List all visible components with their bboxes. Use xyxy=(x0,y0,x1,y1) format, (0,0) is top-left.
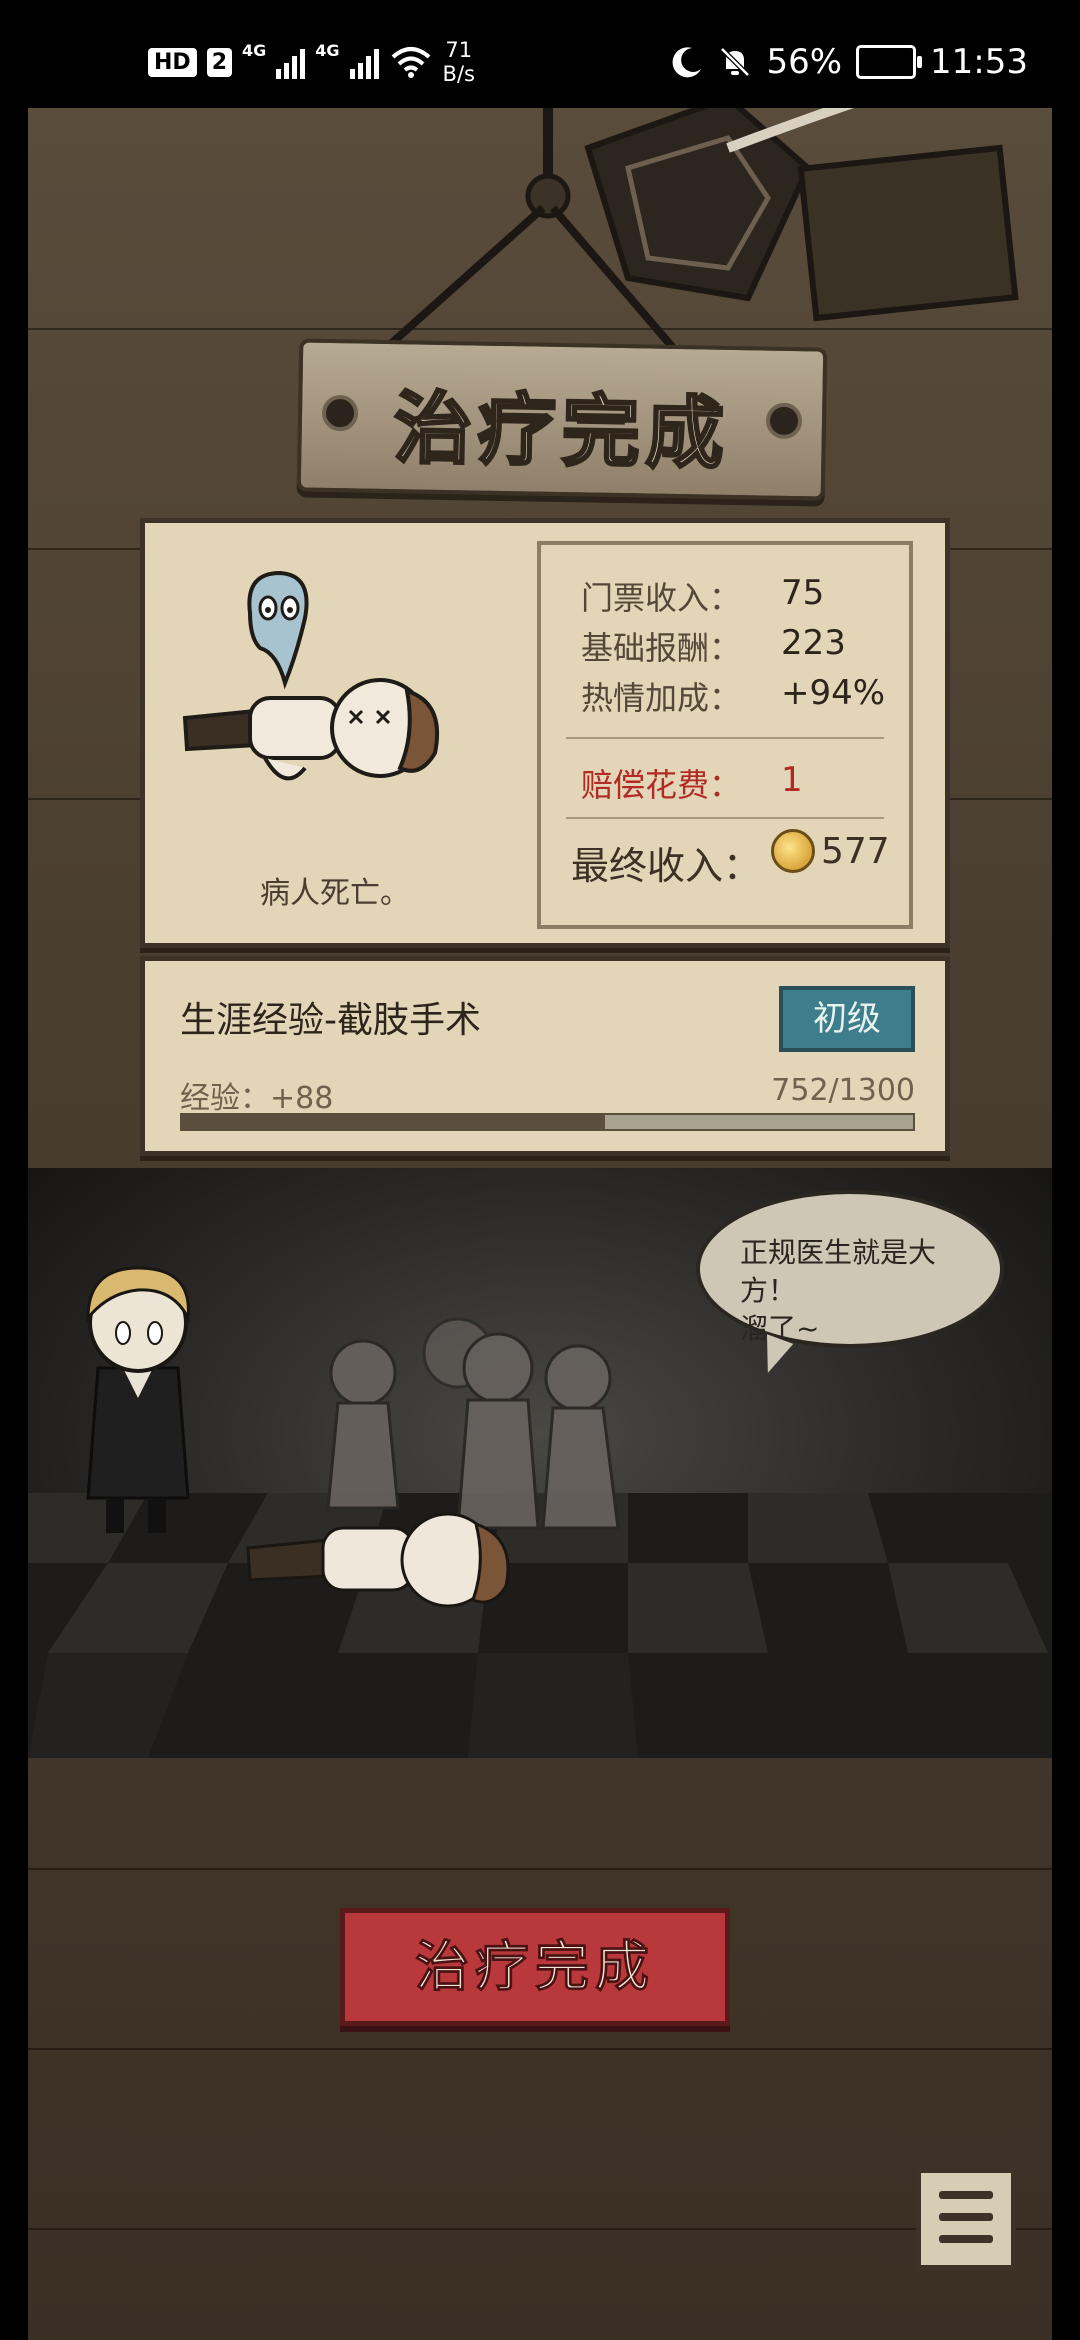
doctor-character xyxy=(86,1266,190,1533)
hd-icon: HD xyxy=(148,47,197,77)
experience-gain: 经验：+88 xyxy=(180,1081,334,1116)
title-sign: 治疗完成 xyxy=(296,338,828,501)
page-title: 治疗完成 xyxy=(392,383,733,482)
network-speed: 71 B/s xyxy=(442,38,475,86)
speech-line-1: 正规医生就是大方！ xyxy=(740,1236,937,1307)
death-caption: 病人死亡。 xyxy=(260,876,410,911)
network-type-1: 4G xyxy=(242,40,267,60)
ticket-income-row: 门票收入： 75 xyxy=(581,573,825,617)
speech-bubble: 正规医生就是大方！ 溜了~ xyxy=(696,1190,1004,1348)
clock: 11:53 xyxy=(930,42,1028,82)
compensation-row: 赔偿花费： 1 xyxy=(581,760,803,804)
signal-icon xyxy=(349,45,379,79)
treatment-scene: 正规医生就是大方！ 溜了~ xyxy=(28,1168,1052,1758)
menu-button[interactable] xyxy=(916,2168,1016,2270)
final-income-row: 最终收入： 577 xyxy=(571,829,890,888)
patient-panel: 病人死亡。 xyxy=(145,523,525,943)
treatment-complete-button[interactable]: 治疗完成 xyxy=(340,1908,730,2026)
experience-count: 752/1300 xyxy=(771,1073,915,1108)
speech-line-2: 溜了~ xyxy=(740,1312,820,1345)
mute-bell-icon xyxy=(720,47,751,77)
game-screen: 治疗完成 病人死亡。 门票收入： 75 基础报酬： 223 热情加成： +94%… xyxy=(28,108,1052,2340)
result-card: 病人死亡。 门票收入： 75 基础报酬： 223 热情加成： +94% 赔偿花费： 1 … xyxy=(140,518,950,948)
network-type-2: 4G xyxy=(315,40,340,60)
income-stats: 门票收入： 75 基础报酬： 223 热情加成： +94% 赔偿花费： 1 最终收入： … xyxy=(537,541,913,929)
sim-indicator: 2 xyxy=(206,47,232,77)
base-reward-row: 基础报酬： 223 xyxy=(581,623,846,667)
career-experience-card: 生涯经验-截肢手术 初级 经验：+88 752/1300 xyxy=(140,956,950,1156)
experience-title: 生涯经验-截肢手术 xyxy=(180,1000,481,1041)
experience-progress-bar xyxy=(180,1113,915,1131)
status-bar: HD 2 4G 4G 71 B/s 56% 11:53 xyxy=(0,0,1080,108)
moon-icon xyxy=(673,47,702,78)
wifi-icon xyxy=(391,47,430,78)
dead-patient-illustration xyxy=(182,570,440,781)
signal-icon xyxy=(276,45,306,79)
rank-badge: 初级 xyxy=(779,986,915,1052)
dead-patient-floor xyxy=(246,1512,510,1608)
passion-bonus-row: 热情加成： +94% xyxy=(581,673,886,717)
battery-percent: 56% xyxy=(766,42,843,82)
coin-icon xyxy=(771,829,815,873)
ghost-crowd xyxy=(326,1317,620,1530)
battery-icon xyxy=(856,45,923,79)
